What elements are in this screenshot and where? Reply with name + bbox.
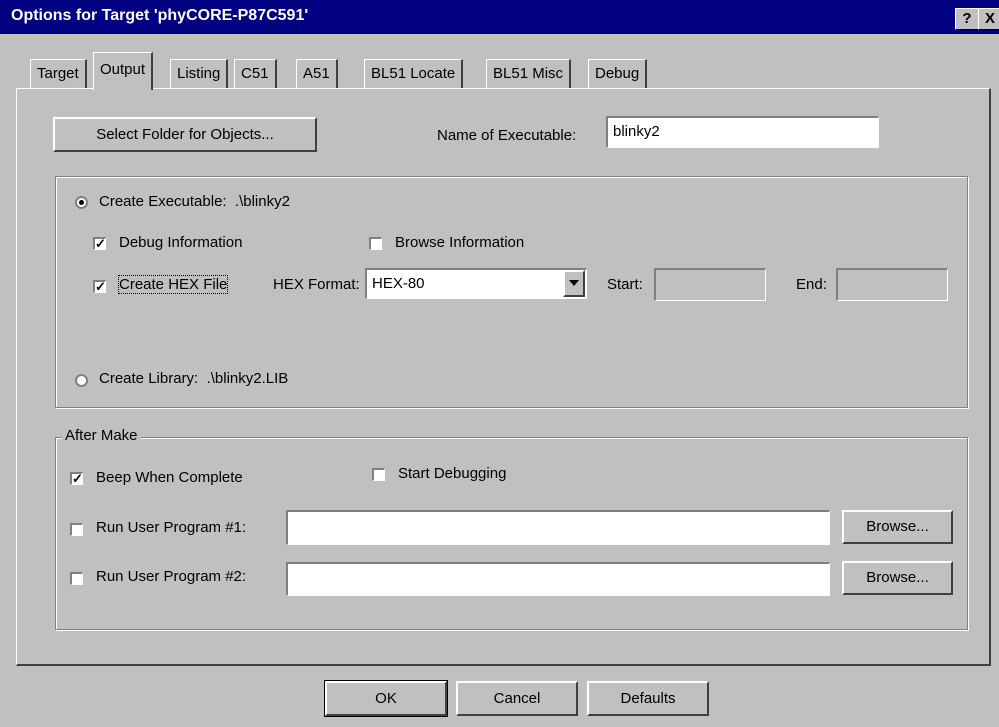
create-library-radio[interactable]: [75, 374, 88, 387]
browse-button-2[interactable]: Browse...: [842, 561, 953, 595]
window-title: Options for Target 'phyCORE-P87C591': [11, 7, 309, 24]
tab-debug[interactable]: Debug: [588, 59, 648, 88]
start-debugging-checkbox[interactable]: [372, 468, 385, 481]
after-make-title: After Make: [62, 427, 141, 444]
browse-info-label: Browse Information: [395, 234, 525, 251]
create-library-path: .\blinky2.LIB: [206, 370, 289, 387]
run2-checkbox[interactable]: [70, 572, 83, 585]
browse-button-1[interactable]: Browse...: [842, 510, 953, 544]
tab-target[interactable]: Target: [30, 59, 87, 88]
start-debugging-label: Start Debugging: [398, 465, 507, 482]
create-executable-path: .\blinky2: [234, 193, 290, 210]
title-bar: Options for Target 'phyCORE-P87C591' ? X: [0, 0, 999, 34]
run1-label: Run User Program #1:: [96, 519, 247, 536]
debug-info-label: Debug Information: [119, 234, 243, 251]
end-input[interactable]: [836, 268, 948, 301]
start-label: Start:: [607, 276, 643, 293]
create-hex-checkbox[interactable]: ✓: [93, 280, 106, 293]
chevron-down-icon: [569, 280, 579, 286]
start-input[interactable]: [654, 268, 766, 301]
tab-bl51-misc[interactable]: BL51 Misc: [486, 59, 572, 88]
debug-info-checkbox[interactable]: ✓: [93, 237, 106, 250]
hex-format-select[interactable]: HEX-80: [365, 268, 587, 299]
hex-format-value: HEX-80: [372, 275, 425, 292]
tab-c51[interactable]: C51: [234, 59, 277, 88]
hex-format-label: HEX Format:: [273, 276, 360, 293]
beep-label: Beep When Complete: [96, 469, 243, 486]
tab-a51[interactable]: A51: [296, 59, 338, 88]
cancel-button[interactable]: Cancel: [456, 681, 578, 716]
create-executable-label: Create Executable: .\blinky2: [99, 193, 290, 210]
beep-checkbox[interactable]: ✓: [70, 472, 83, 485]
create-executable-radio[interactable]: [75, 196, 88, 209]
close-button[interactable]: X: [978, 8, 999, 30]
tab-listing[interactable]: Listing: [170, 59, 229, 88]
run1-input[interactable]: [286, 510, 830, 545]
name-executable-label: Name of Executable:: [437, 127, 577, 144]
help-button[interactable]: ?: [955, 8, 979, 30]
name-executable-input[interactable]: blinky2: [606, 116, 879, 148]
defaults-button[interactable]: Defaults: [587, 681, 709, 716]
select-folder-button[interactable]: Select Folder for Objects...: [53, 117, 317, 152]
create-library-label: Create Library: .\blinky2.LIB: [99, 370, 289, 387]
tab-output[interactable]: Output: [93, 52, 154, 90]
ok-button[interactable]: OK: [324, 680, 448, 717]
hex-format-dropdown-button[interactable]: [563, 270, 585, 297]
run2-label: Run User Program #2:: [96, 568, 247, 585]
browse-info-checkbox[interactable]: [369, 237, 382, 250]
run1-checkbox[interactable]: [70, 523, 83, 536]
tab-bl51-locate[interactable]: BL51 Locate: [364, 59, 464, 88]
end-label: End:: [796, 276, 827, 293]
create-hex-label: Create HEX File: [117, 275, 229, 294]
run2-input[interactable]: [286, 562, 830, 596]
